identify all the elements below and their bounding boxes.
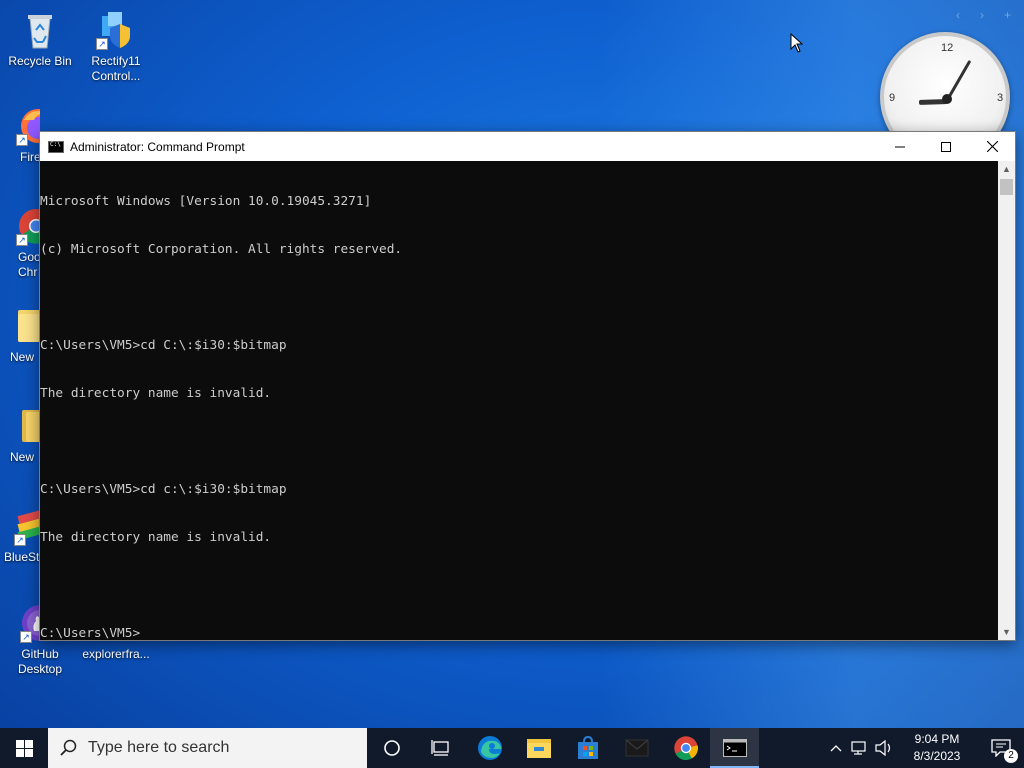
taskbar-clock[interactable]: 9:04 PM 8/3/2023 <box>896 731 978 765</box>
taskbar: Type here to search 9:04 PM 8/3/2023 2 <box>0 728 1024 768</box>
system-tray: 9:04 PM 8/3/2023 2 <box>824 728 1024 768</box>
console-prompt-line[interactable]: C:\Users\VM5> <box>40 626 998 640</box>
scroll-up-icon[interactable]: ▲ <box>998 161 1015 177</box>
desktop-icon-bluestacks[interactable]: ↗ BlueSt <box>0 506 40 565</box>
maximize-icon <box>941 141 951 152</box>
taskbar-time: 9:04 PM <box>914 732 960 746</box>
cortana-button[interactable] <box>367 728 416 768</box>
desktop-icon-label: Fire <box>20 150 40 164</box>
clock-center <box>942 94 952 104</box>
shortcut-arrow-icon: ↗ <box>16 234 28 246</box>
desktop-icon-label: Recycle Bin <box>8 54 72 68</box>
mouse-cursor-icon <box>790 32 804 58</box>
maximize-button[interactable] <box>923 132 969 161</box>
taskbar-command-prompt-button[interactable] <box>710 728 759 768</box>
network-icon <box>851 741 866 755</box>
desktop-icon-label: New <box>10 450 35 464</box>
file-explorer-icon <box>526 739 551 758</box>
desktop-icon-google-chrome[interactable]: ↗ Goo Chr <box>0 206 40 280</box>
clock-numeral-9: 9 <box>889 92 896 104</box>
volume-icon <box>875 740 891 756</box>
command-prompt-icon <box>722 739 747 757</box>
shortcut-arrow-icon: ↗ <box>20 631 32 643</box>
console-line: C:\Users\VM5>cd c:\:$i30:$bitmap <box>40 482 287 497</box>
taskbar-chrome-button[interactable] <box>661 728 710 768</box>
folder-icon <box>16 306 40 346</box>
edge-icon <box>477 736 502 760</box>
scroll-down-icon[interactable]: ▼ <box>998 624 1015 640</box>
search-icon <box>60 739 77 756</box>
taskbar-store-button[interactable] <box>563 728 612 768</box>
minimize-icon <box>895 146 905 147</box>
show-hidden-icons-button[interactable] <box>824 728 848 768</box>
folder-icon <box>16 406 40 446</box>
desktop-icon-new-folder-2[interactable]: New <box>0 406 40 465</box>
close-button[interactable] <box>969 132 1015 161</box>
bluestacks-icon: ↗ <box>14 506 40 546</box>
desktop-icon-label: New <box>10 350 35 364</box>
control-panel-shield-icon: ↗ <box>96 10 136 50</box>
minimize-button[interactable] <box>877 132 923 161</box>
command-prompt-window[interactable]: Administrator: Command Prompt Microsoft … <box>39 131 1016 641</box>
chrome-icon <box>673 736 698 761</box>
start-button[interactable] <box>0 728 48 768</box>
desktop-icon-new-folder-1[interactable]: New <box>0 306 40 365</box>
desktop-icon-label: explorerfra... <box>82 647 150 661</box>
desktop-icon-recycle-bin[interactable]: Recycle Bin <box>0 10 80 69</box>
console-line: (c) Microsoft Corporation. All rights re… <box>40 242 403 257</box>
search-placeholder: Type here to search <box>88 739 230 756</box>
window-titlebar[interactable]: Administrator: Command Prompt <box>40 132 1015 161</box>
network-button[interactable] <box>848 728 872 768</box>
firefox-icon: ↗ <box>16 106 40 146</box>
windows-logo-icon <box>15 739 33 757</box>
desktop-icon-label: GitHub Desktop <box>17 647 63 676</box>
desktop-icon-label: BlueSt <box>4 550 40 564</box>
command-prompt-icon <box>48 140 64 153</box>
console-line: C:\Users\VM5>cd C:\:$i30:$bitmap <box>40 338 287 353</box>
console-line: The directory name is invalid. <box>40 530 272 545</box>
desktop-icon-rectify11[interactable]: ↗ Rectify11 Control... <box>76 10 156 84</box>
shortcut-arrow-icon: ↗ <box>96 38 108 50</box>
close-icon <box>986 141 998 152</box>
clock-numeral-12: 12 <box>941 42 954 54</box>
shortcut-arrow-icon: ↗ <box>16 134 28 146</box>
console-line: Microsoft Windows [Version 10.0.19045.32… <box>40 194 372 209</box>
desktop-icon-firefox[interactable]: ↗ Fire <box>0 106 40 165</box>
task-view-icon <box>430 740 449 756</box>
task-view-button[interactable] <box>416 728 465 768</box>
gadget-prev-icon[interactable]: ‹ <box>956 8 960 22</box>
gadget-add-icon[interactable]: + <box>1004 8 1011 22</box>
action-center-button[interactable]: 2 <box>978 728 1024 768</box>
chrome-icon: ↗ <box>16 206 40 246</box>
clock-numeral-3: 3 <box>997 92 1004 104</box>
taskbar-search-box[interactable]: Type here to search <box>48 728 367 768</box>
notification-count-badge: 2 <box>1004 749 1018 763</box>
mail-icon <box>625 739 648 757</box>
vertical-scrollbar[interactable]: ▲ ▼ <box>998 161 1015 640</box>
store-icon <box>577 736 598 759</box>
recycle-bin-icon <box>20 10 60 50</box>
taskbar-date: 8/3/2023 <box>913 749 961 763</box>
scrollbar-thumb[interactable] <box>1000 179 1013 195</box>
gadget-next-icon[interactable]: › <box>980 8 984 22</box>
window-title: Administrator: Command Prompt <box>70 139 245 154</box>
volume-button[interactable] <box>872 728 896 768</box>
taskbar-mail-button[interactable] <box>612 728 661 768</box>
console-line: The directory name is invalid. <box>40 386 272 401</box>
cortana-circle-icon <box>383 740 400 756</box>
desktop-icon-label: Rectify11 Control... <box>91 54 141 83</box>
taskbar-edge-button[interactable] <box>465 728 514 768</box>
taskbar-file-explorer-button[interactable] <box>514 728 563 768</box>
shortcut-arrow-icon: ↗ <box>14 534 26 546</box>
desktop-icon-label: Goo Chr <box>18 250 40 279</box>
console-output[interactable]: Microsoft Windows [Version 10.0.19045.32… <box>40 161 998 640</box>
chevron-up-icon <box>830 745 842 752</box>
